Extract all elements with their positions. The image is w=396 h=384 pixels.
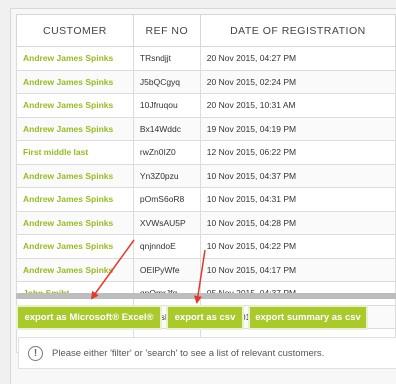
- customer-cell[interactable]: Andrew James Spinks: [16, 163, 134, 188]
- horizontal-scrollbar[interactable]: [16, 293, 396, 299]
- table-row[interactable]: Andrew James Spinks pOmS6oR8 10 Nov 2015, …: [16, 187, 396, 212]
- ref-no-cell: qnjnndoE: [132, 234, 201, 259]
- export-summary-csv-button[interactable]: export summary as csv: [250, 307, 366, 328]
- ref-no-cell: OEIPyWfe: [132, 257, 201, 282]
- date-cell: 19 Nov 2015, 04:19 PM: [199, 116, 396, 141]
- date-cell: 10 Nov 2015, 04:31 PM: [199, 187, 396, 212]
- table-row[interactable]: Andrew James Spinks 10Jfruqou 20 Nov 2015,…: [16, 93, 396, 118]
- table-row[interactable]: Andrew James Spinks Bx14Wddc 19 Nov 2015, …: [16, 116, 396, 141]
- customers-table: CUSTOMER REF NO DATE OF REGISTRATION And…: [16, 14, 396, 353]
- table-row[interactable]: First middle last rwZn0IZ0 12 Nov 2015, 06…: [16, 140, 396, 165]
- customer-cell[interactable]: Andrew James Spinks: [16, 234, 134, 259]
- table-row[interactable]: Andrew James Spinks qnjnndoE 10 Nov 2015, …: [16, 234, 396, 259]
- customer-cell[interactable]: Andrew James Spinks: [16, 46, 134, 71]
- export-excel-button[interactable]: export as Microsoft® Excel®: [18, 307, 160, 328]
- table-row[interactable]: Andrew James Spinks OEIPyWfe 10 Nov 2015, …: [16, 257, 396, 282]
- notice-message: Please either 'filter' or 'search' to se…: [52, 347, 325, 359]
- ref-no-cell: J5bQCgyq: [132, 69, 201, 94]
- date-cell: 12 Nov 2015, 06:22 PM: [199, 140, 396, 165]
- date-cell: 10 Nov 2015, 04:37 PM: [199, 163, 396, 188]
- date-cell: 10 Nov 2015, 04:17 PM: [199, 257, 396, 282]
- date-cell: 20 Nov 2015, 10:31 AM: [199, 93, 396, 118]
- table-row[interactable]: Andrew James Spinks Yn3Z0pzu 10 Nov 2015, …: [16, 163, 396, 188]
- ref-no-cell: Yn3Z0pzu: [132, 163, 201, 188]
- customer-cell[interactable]: Andrew James Spinks: [16, 116, 134, 141]
- info-notice: ! Please either 'filter' or 'search' to …: [18, 337, 396, 369]
- ref-no-cell: XVWsAU5P: [132, 210, 201, 235]
- date-cell: 10 Nov 2015, 04:22 PM: [199, 234, 396, 259]
- export-csv-button[interactable]: export as csv: [168, 307, 242, 328]
- customer-cell[interactable]: Andrew James Spinks: [16, 257, 134, 282]
- ref-no-cell: rwZn0IZ0: [132, 140, 201, 165]
- column-header-date[interactable]: DATE OF REGISTRATION: [199, 14, 396, 47]
- table-row[interactable]: Andrew James Spinks J5bQCgyq 20 Nov 2015, …: [16, 69, 396, 94]
- customer-cell[interactable]: Andrew James Spinks: [16, 93, 134, 118]
- date-cell: 10 Nov 2015, 04:28 PM: [199, 210, 396, 235]
- customer-cell[interactable]: Andrew James Spinks: [16, 187, 134, 212]
- customer-cell[interactable]: First middle last: [16, 140, 134, 165]
- column-header-ref-no[interactable]: REF NO: [132, 14, 201, 47]
- ref-no-cell: Bx14Wddc: [132, 116, 201, 141]
- table-row[interactable]: Andrew James Spinks XVWsAU5P 10 Nov 2015, …: [16, 210, 396, 235]
- customer-cell[interactable]: Andrew James Spinks: [16, 210, 134, 235]
- table-row[interactable]: Andrew James Spinks TRsndjjt 20 Nov 2015, …: [16, 46, 396, 71]
- date-cell: 20 Nov 2015, 02:24 PM: [199, 69, 396, 94]
- ref-no-cell: 10Jfruqou: [132, 93, 201, 118]
- date-cell: 20 Nov 2015, 04:27 PM: [199, 46, 396, 71]
- ref-no-cell: pOmS6oR8: [132, 187, 201, 212]
- table-header-row: CUSTOMER REF NO DATE OF REGISTRATION: [16, 14, 396, 47]
- ref-no-cell: TRsndjjt: [132, 46, 201, 71]
- column-header-customer[interactable]: CUSTOMER: [16, 14, 134, 47]
- info-icon: !: [28, 345, 43, 361]
- customer-cell[interactable]: Andrew James Spinks: [16, 69, 134, 94]
